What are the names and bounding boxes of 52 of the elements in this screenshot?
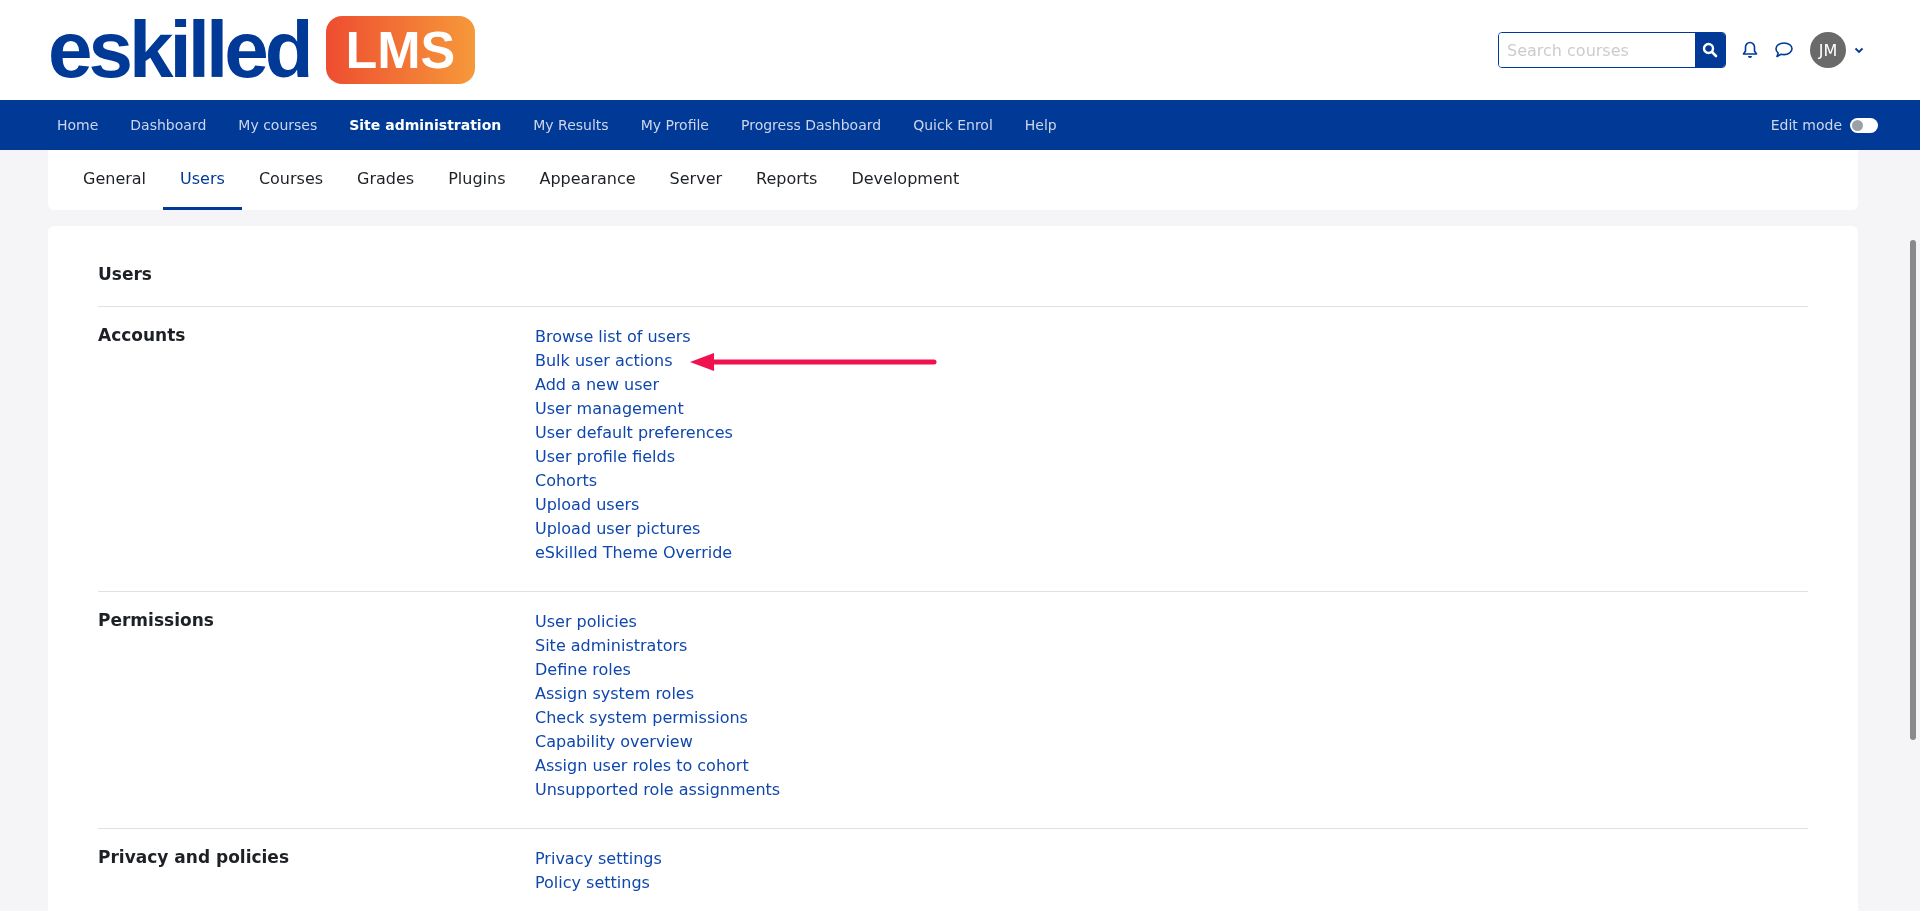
- tab[interactable]: Users: [163, 150, 242, 210]
- tab[interactable]: Reports: [739, 150, 835, 210]
- settings-link[interactable]: Capability overview: [535, 730, 693, 754]
- settings-link[interactable]: Bulk user actions: [535, 349, 673, 373]
- tab[interactable]: Appearance: [522, 150, 653, 210]
- section-title: Privacy and policies: [98, 847, 291, 869]
- nav-link[interactable]: Home: [41, 117, 115, 133]
- nav-link[interactable]: My courses: [222, 117, 334, 133]
- caret-icon[interactable]: [1854, 46, 1864, 54]
- nav-link[interactable]: My Profile: [624, 117, 725, 133]
- nav-link[interactable]: Help: [1008, 117, 1073, 133]
- edit-mode-label: Edit mode: [1770, 117, 1842, 133]
- settings-link[interactable]: eSkilled Theme Override: [535, 541, 733, 565]
- tab[interactable]: Plugins: [431, 150, 523, 210]
- settings-link[interactable]: Assign user roles to cohort: [535, 754, 749, 778]
- settings-link[interactable]: Define roles: [535, 658, 631, 682]
- notification-bell-icon[interactable]: [1742, 41, 1758, 59]
- nav-link[interactable]: Dashboard: [114, 117, 223, 133]
- nav-link[interactable]: My Results: [517, 117, 625, 133]
- settings-link[interactable]: Assign system roles: [535, 682, 694, 706]
- settings-link[interactable]: User default preferences: [535, 421, 733, 445]
- section-title: Permissions: [98, 610, 215, 632]
- edit-mode-toggle[interactable]: [1850, 117, 1878, 133]
- settings-link[interactable]: User profile fields: [535, 445, 676, 469]
- page-heading: Users: [98, 258, 1808, 307]
- nav-link[interactable]: Quick Enrol: [897, 117, 1009, 133]
- tab[interactable]: Development: [834, 150, 977, 210]
- settings-link[interactable]: Cohorts: [535, 469, 598, 493]
- logo-wordmark: eskilled: [48, 10, 310, 90]
- settings-link[interactable]: Policy settings: [535, 871, 650, 895]
- settings-link[interactable]: Site administrators: [535, 634, 688, 658]
- settings-link[interactable]: User policies: [535, 610, 637, 634]
- search-button[interactable]: [1695, 33, 1725, 67]
- tab[interactable]: General: [66, 150, 164, 210]
- tab[interactable]: Server: [652, 150, 740, 210]
- settings-link[interactable]: Add a new user: [535, 373, 659, 397]
- settings-link[interactable]: Unsupported role assignments: [535, 778, 781, 802]
- settings-link[interactable]: Privacy settings: [535, 847, 662, 871]
- section-title: Accounts: [98, 325, 187, 347]
- nav-link[interactable]: Progress Dashboard: [725, 117, 898, 133]
- user-avatar[interactable]: JM: [1810, 32, 1846, 68]
- settings-link[interactable]: Upload users: [535, 493, 640, 517]
- tab[interactable]: Courses: [241, 150, 341, 210]
- chat-bubble-icon[interactable]: [1774, 41, 1794, 59]
- settings-link[interactable]: Upload user pictures: [535, 517, 701, 541]
- settings-link[interactable]: Browse list of users: [535, 325, 691, 349]
- settings-link[interactable]: Check system permissions: [535, 706, 748, 730]
- nav-link[interactable]: Site administration: [333, 117, 518, 133]
- logo-badge: LMS: [325, 16, 476, 84]
- settings-link[interactable]: User management: [535, 397, 684, 421]
- search-icon: [1702, 42, 1718, 58]
- tab[interactable]: Grades: [340, 150, 432, 210]
